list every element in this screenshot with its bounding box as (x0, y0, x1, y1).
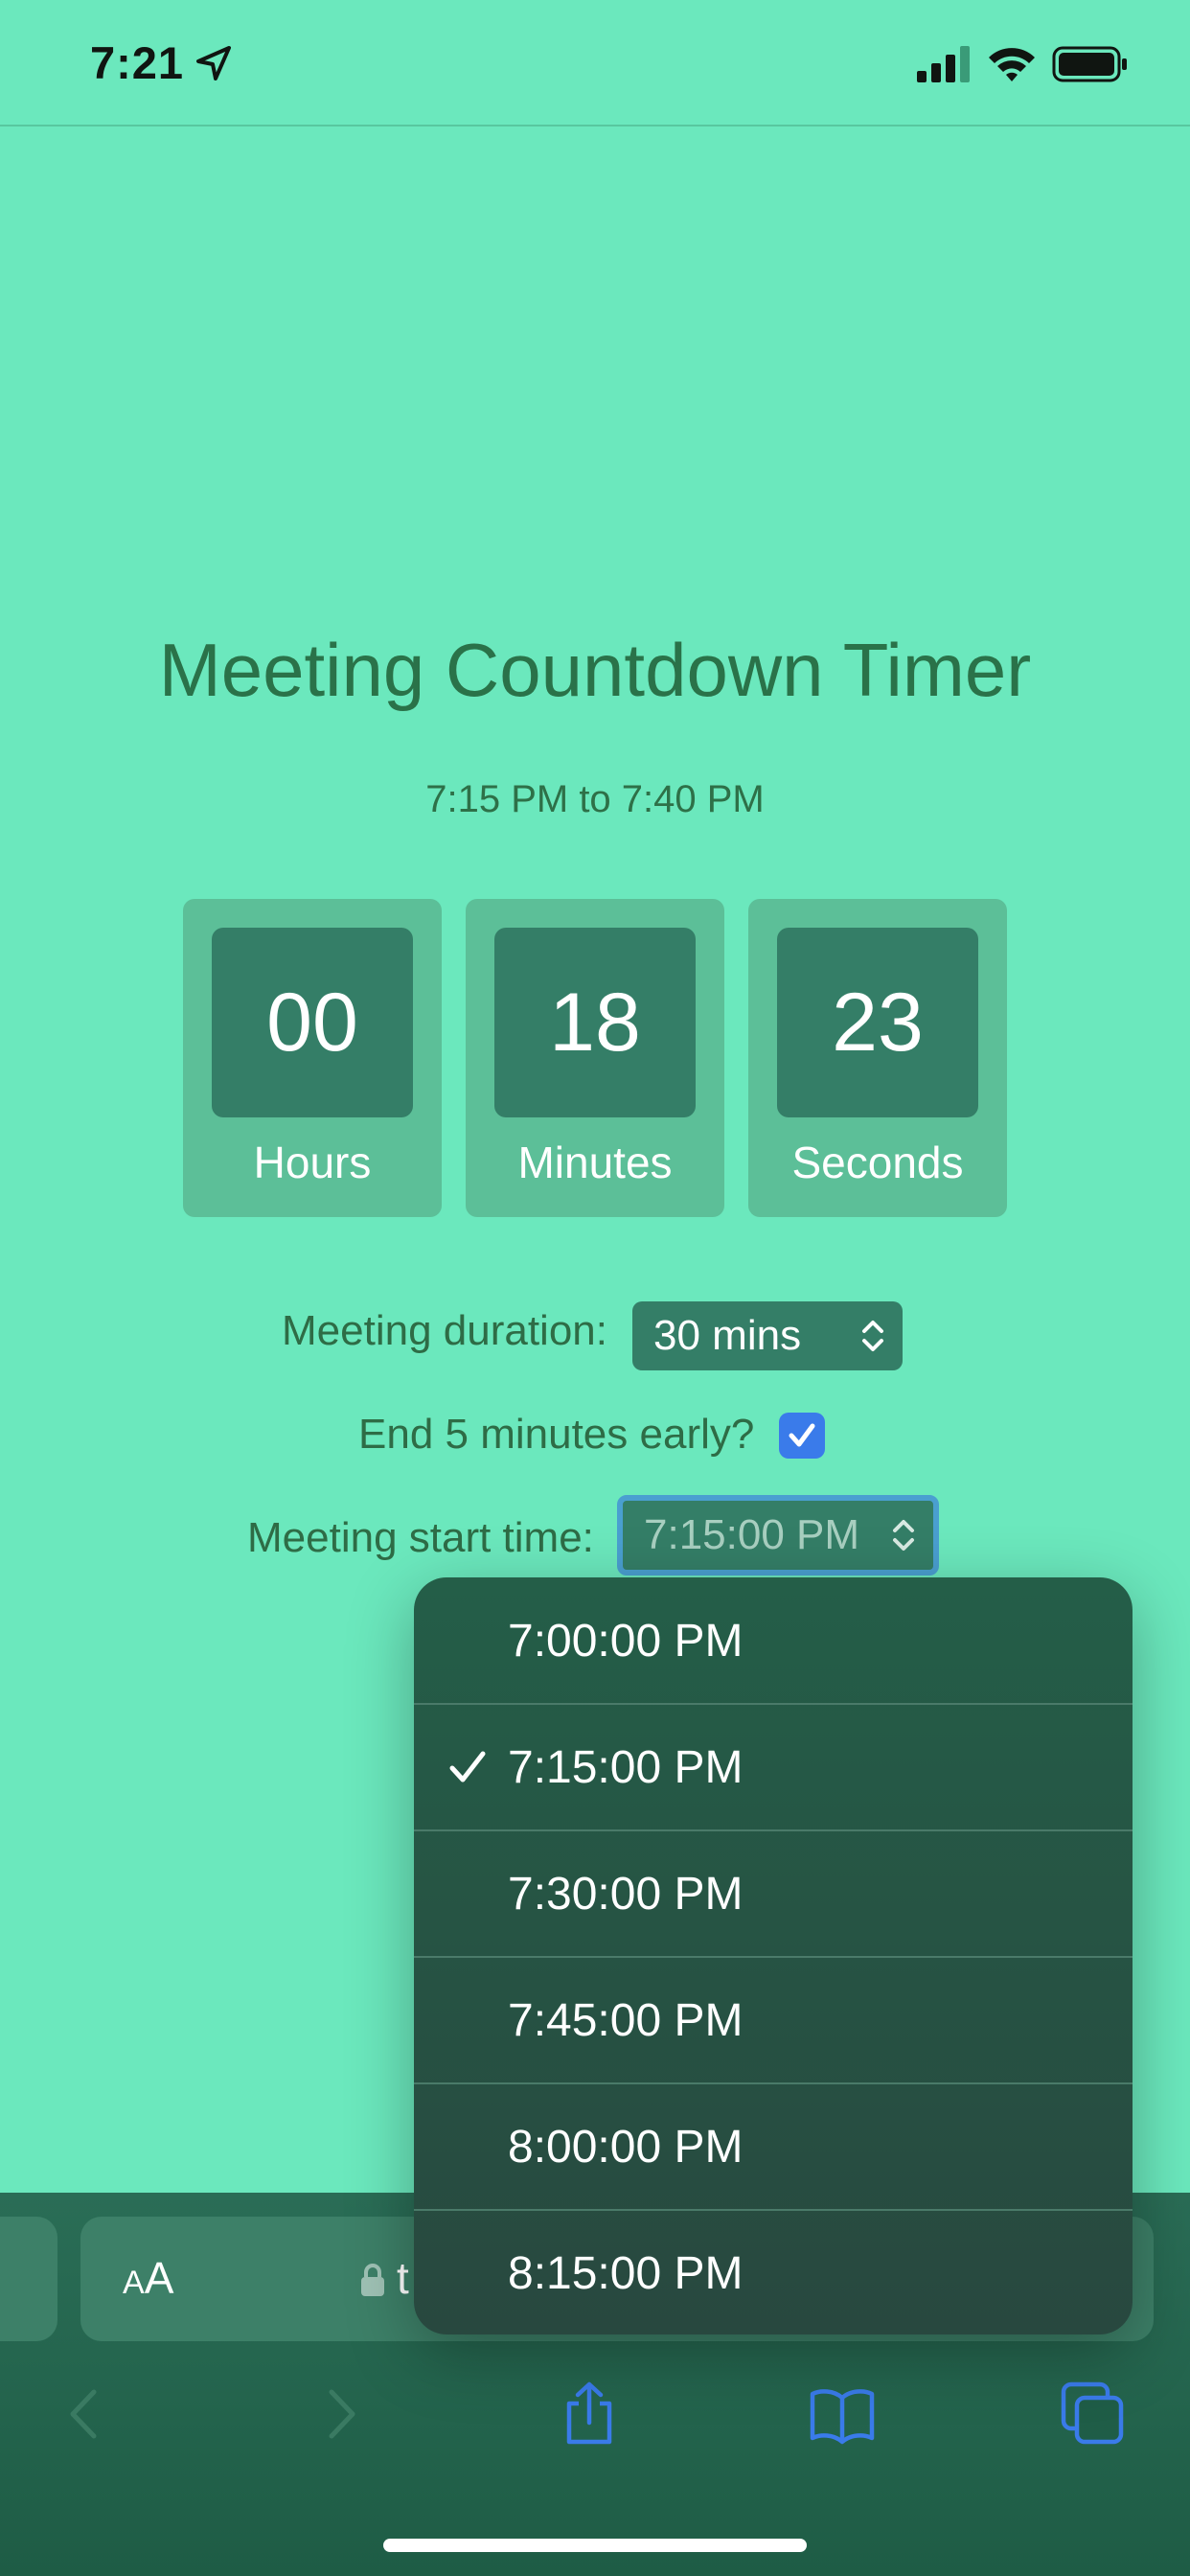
dropdown-option[interactable]: 8:00:00 PM (414, 2083, 1133, 2210)
duration-select-value: 30 mins (653, 1312, 802, 1359)
dropdown-option-label: 8:00:00 PM (508, 2121, 744, 2173)
dropdown-option[interactable]: 7:30:00 PM (414, 1830, 1133, 1957)
timer-minutes-value: 18 (494, 928, 696, 1117)
dropdown-option[interactable]: 7:00:00 PM (414, 1577, 1133, 1704)
duration-select[interactable]: 30 mins (632, 1301, 903, 1370)
timer-minutes: 18 Minutes (466, 899, 724, 1217)
chevron-right-icon[interactable] (307, 2380, 374, 2448)
lock-icon (361, 2264, 384, 2296)
dropdown-option-label: 7:00:00 PM (508, 1615, 744, 1667)
url-text: t (397, 2253, 409, 2303)
dropdown-option-label: 7:15:00 PM (508, 1741, 744, 1793)
timer-hours-label: Hours (253, 1138, 372, 1187)
book-icon[interactable] (809, 2380, 876, 2448)
page-title: Meeting Countdown Timer (158, 628, 1032, 712)
tabs-icon[interactable] (1060, 2380, 1127, 2448)
cellular-signal-icon (917, 46, 970, 82)
chevron-left-icon[interactable] (52, 2380, 119, 2448)
timer-hours-value: 00 (212, 928, 413, 1117)
aa-small-letter: A (123, 2265, 145, 2301)
end-early-label: End 5 minutes early? (358, 1411, 755, 1458)
location-arrow-icon (196, 46, 231, 80)
end-early-checkbox[interactable] (779, 1413, 825, 1459)
dropdown-option-selected[interactable]: 7:15:00 PM (414, 1704, 1133, 1830)
reader-options-button[interactable]: AA (123, 2252, 173, 2304)
dropdown-option-label: 8:15:00 PM (508, 2247, 744, 2299)
aa-large-letter: A (144, 2253, 174, 2303)
checkmark-icon (449, 1751, 486, 1782)
home-indicator (383, 2539, 807, 2552)
meeting-time-range: 7:15 PM to 7:40 PM (425, 778, 765, 820)
chevron-up-down-icon (893, 1520, 914, 1551)
dropdown-option-label: 7:30:00 PM (508, 1868, 744, 1920)
dropdown-option[interactable]: 7:45:00 PM (414, 1957, 1133, 2083)
duration-label: Meeting duration: (282, 1307, 607, 1354)
previous-tab-preview[interactable] (0, 2217, 57, 2341)
timer-seconds-label: Seconds (791, 1138, 964, 1187)
timer-seconds-value: 23 (777, 928, 978, 1117)
battery-icon (1052, 46, 1127, 82)
start-time-dropdown: 7:00:00 PM 7:15:00 PM 7:30:00 PM 7:45:00… (414, 1577, 1133, 2334)
share-icon[interactable] (556, 2380, 623, 2448)
start-time-select-value: 7:15:00 PM (644, 1511, 860, 1558)
dropdown-option-label: 7:45:00 PM (508, 1994, 744, 2046)
start-time-select[interactable]: 7:15:00 PM (617, 1495, 939, 1576)
checkmark-icon (789, 1423, 815, 1447)
timer-seconds: 23 Seconds (748, 899, 1007, 1217)
dropdown-option[interactable]: 8:15:00 PM (414, 2210, 1133, 2334)
timer-hours: 00 Hours (183, 899, 442, 1217)
timer-minutes-label: Minutes (517, 1138, 673, 1187)
start-time-label: Meeting start time: (247, 1514, 594, 1561)
wifi-icon (989, 48, 1035, 81)
chevron-up-down-icon (862, 1321, 883, 1351)
status-time: 7:21 (90, 37, 185, 88)
